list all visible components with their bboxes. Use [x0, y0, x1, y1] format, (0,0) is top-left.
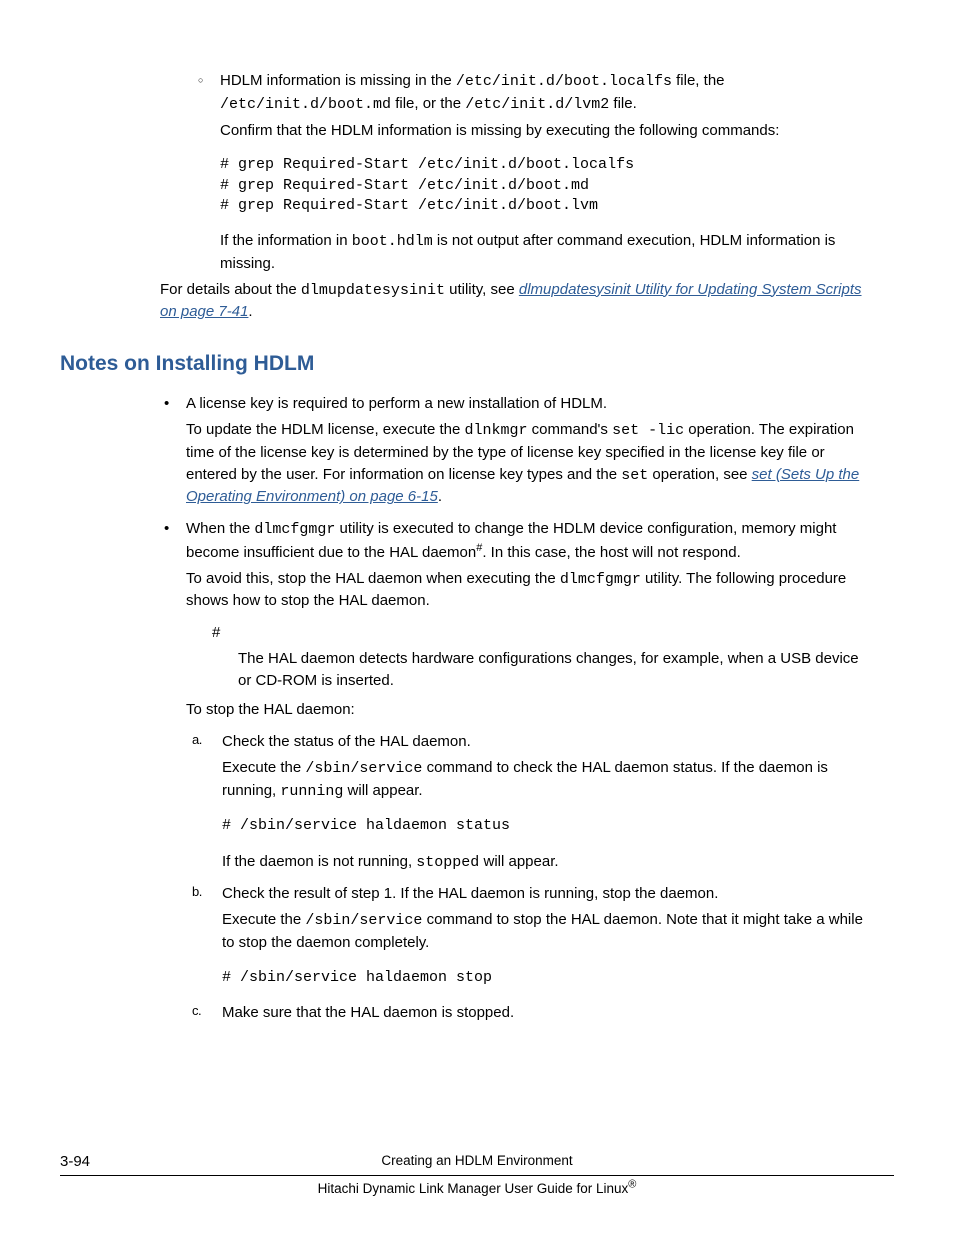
text: To stop the HAL daemon:: [186, 699, 874, 721]
step-marker: b.: [192, 883, 202, 902]
text: Check the result of step 1. If the HAL d…: [222, 883, 874, 905]
code-path: /etc/init.d/boot.localfs: [456, 73, 672, 90]
text: file.: [609, 95, 637, 112]
paragraph: To avoid this, stop the HAL daemon when …: [186, 568, 874, 613]
document-page: ○ HDLM information is missing in the /et…: [0, 0, 954, 1235]
text: Confirm that the HDLM information is mis…: [220, 120, 874, 142]
circle-bullet-icon: ○: [198, 74, 203, 87]
step-marker: c.: [192, 1002, 201, 1021]
registered-icon: ®: [628, 1179, 636, 1191]
text: For details about the: [160, 281, 301, 298]
paragraph: If the daemon is not running, stopped wi…: [222, 851, 874, 874]
step-marker: a.: [192, 731, 202, 750]
text: utility, see: [445, 281, 519, 298]
paragraph: Execute the /sbin/service command to sto…: [222, 909, 874, 954]
page-footer: 3-94 Creating an HDLM Environment Hitach…: [60, 1151, 894, 1199]
footer-title: Creating an HDLM Environment: [381, 1153, 572, 1168]
bullet-icon: •: [164, 518, 169, 540]
step-b: b. Check the result of step 1. If the HA…: [186, 883, 874, 988]
sub-bullet-item: ○ HDLM information is missing in the /et…: [220, 70, 874, 141]
code-inline: dlmcfgmgr: [254, 521, 335, 538]
text: will appear.: [479, 853, 558, 870]
text: HDLM information is missing in the: [220, 72, 456, 89]
step-c: c. Make sure that the HAL daemon is stop…: [186, 1002, 874, 1024]
code-inline: /sbin/service: [305, 760, 422, 777]
code-block: # /sbin/service haldaemon stop: [222, 968, 874, 988]
text: Execute the: [222, 759, 305, 776]
text: To update the HDLM license, execute the: [186, 421, 465, 438]
footer-subtitle-text: Hitachi Dynamic Link Manager User Guide …: [318, 1181, 629, 1196]
code-path: /etc/init.d/boot.md: [220, 96, 391, 113]
code-inline: running: [280, 783, 343, 800]
text: file, the: [672, 72, 725, 89]
paragraph: To update the HDLM license, execute the …: [186, 419, 874, 508]
paragraph: When the dlmcfgmgr utility is executed t…: [186, 518, 874, 564]
paragraph: For details about the dlmupdatesysinit u…: [160, 279, 874, 324]
hash-marker: #: [212, 622, 874, 644]
text: will appear.: [343, 782, 422, 799]
text: Make sure that the HAL daemon is stopped…: [222, 1002, 874, 1024]
bullet-list: • A license key is required to perform a…: [160, 393, 874, 1023]
code-inline: dlmupdatesysinit: [301, 282, 445, 299]
code-block: # /sbin/service haldaemon status: [222, 816, 874, 836]
footer-divider: [60, 1175, 894, 1176]
text: .: [248, 303, 252, 320]
text: To avoid this, stop the HAL daemon when …: [186, 570, 560, 587]
footnote-block: # The HAL daemon detects hardware config…: [212, 622, 874, 691]
text: If the daemon is not running,: [222, 853, 416, 870]
text: Check the status of the HAL daemon.: [222, 731, 874, 753]
footer-subtitle: Hitachi Dynamic Link Manager User Guide …: [318, 1181, 637, 1196]
text: . In this case, the host will not respon…: [482, 544, 740, 561]
bullet-icon: •: [164, 393, 169, 415]
text: If the information in: [220, 232, 352, 249]
code-path: /etc/init.d/lvm2: [465, 96, 609, 113]
step-a: a. Check the status of the HAL daemon. E…: [186, 731, 874, 873]
text: When the: [186, 520, 254, 537]
paragraph: If the information in boot.hdlm is not o…: [220, 230, 874, 275]
body-content: ○ HDLM information is missing in the /et…: [160, 70, 874, 1024]
code-inline: set: [621, 467, 648, 484]
page-number: 3-94: [60, 1151, 90, 1173]
text: file, or the: [391, 95, 465, 112]
bullet-item: • A license key is required to perform a…: [160, 393, 874, 508]
section-heading: Notes on Installing HDLM: [60, 349, 874, 379]
bullet-item: • When the dlmcfgmgr utility is executed…: [160, 518, 874, 1024]
code-block: # grep Required-Start /etc/init.d/boot.l…: [220, 155, 874, 216]
code-inline: set -lic: [612, 422, 684, 439]
text: A license key is required to perform a n…: [186, 393, 874, 415]
code-inline: /sbin/service: [305, 912, 422, 929]
code-inline: boot.hdlm: [352, 233, 433, 250]
code-inline: stopped: [416, 854, 479, 871]
text: .: [438, 488, 442, 505]
footnote-text: The HAL daemon detects hardware configur…: [238, 648, 874, 692]
text: Execute the: [222, 911, 305, 928]
code-inline: dlnkmgr: [465, 422, 528, 439]
text: operation, see: [648, 466, 751, 483]
paragraph: Execute the /sbin/service command to che…: [222, 757, 874, 803]
text: command's: [528, 421, 613, 438]
code-inline: dlmcfgmgr: [560, 571, 641, 588]
